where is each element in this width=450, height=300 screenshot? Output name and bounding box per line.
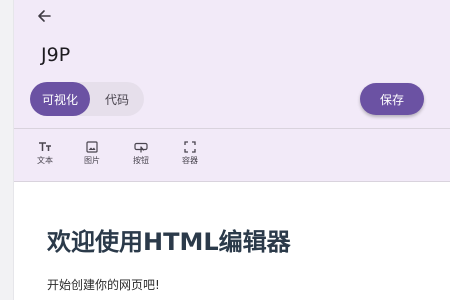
save-button[interactable]: 保存 [360,83,424,115]
container-icon [184,141,196,153]
page-title: J9P [41,44,71,66]
component-toolbar: 文本 图片 按钮 容器 [14,128,450,182]
editor-app: J9P 可视化 代码 保存 文本 图片 按钮 容器 欢迎使用HTML编辑器 开始… [14,0,450,300]
tool-container[interactable]: 容器 [168,141,212,173]
tool-image[interactable]: 图片 [70,141,114,173]
tool-text[interactable]: 文本 [23,141,67,173]
app-header: J9P 可视化 代码 保存 [14,0,450,128]
intro-paragraph[interactable]: 开始创建你的网页吧! [47,276,160,293]
tool-button[interactable]: 按钮 [119,141,163,173]
arrow-left-icon [38,10,51,22]
mode-visual-tab[interactable]: 可视化 [30,82,90,116]
button-icon [134,142,148,153]
mode-code-tab[interactable]: 代码 [90,82,144,116]
mode-toggle: 可视化 代码 [30,82,144,116]
canvas-area[interactable]: 欢迎使用HTML编辑器 开始创建你的网页吧! [14,182,450,300]
tool-image-label: 图片 [84,156,100,165]
tool-text-label: 文本 [37,156,53,165]
editor-window: J9P 可视化 代码 保存 文本 图片 按钮 容器 欢迎使用HTML编辑器 开始… [0,0,450,300]
text-icon [39,142,51,151]
image-icon [86,141,98,153]
welcome-heading[interactable]: 欢迎使用HTML编辑器 [47,222,291,257]
back-button[interactable] [32,4,56,28]
tool-container-label: 容器 [182,156,198,165]
tool-button-label: 按钮 [133,156,149,165]
left-edge [0,0,14,300]
